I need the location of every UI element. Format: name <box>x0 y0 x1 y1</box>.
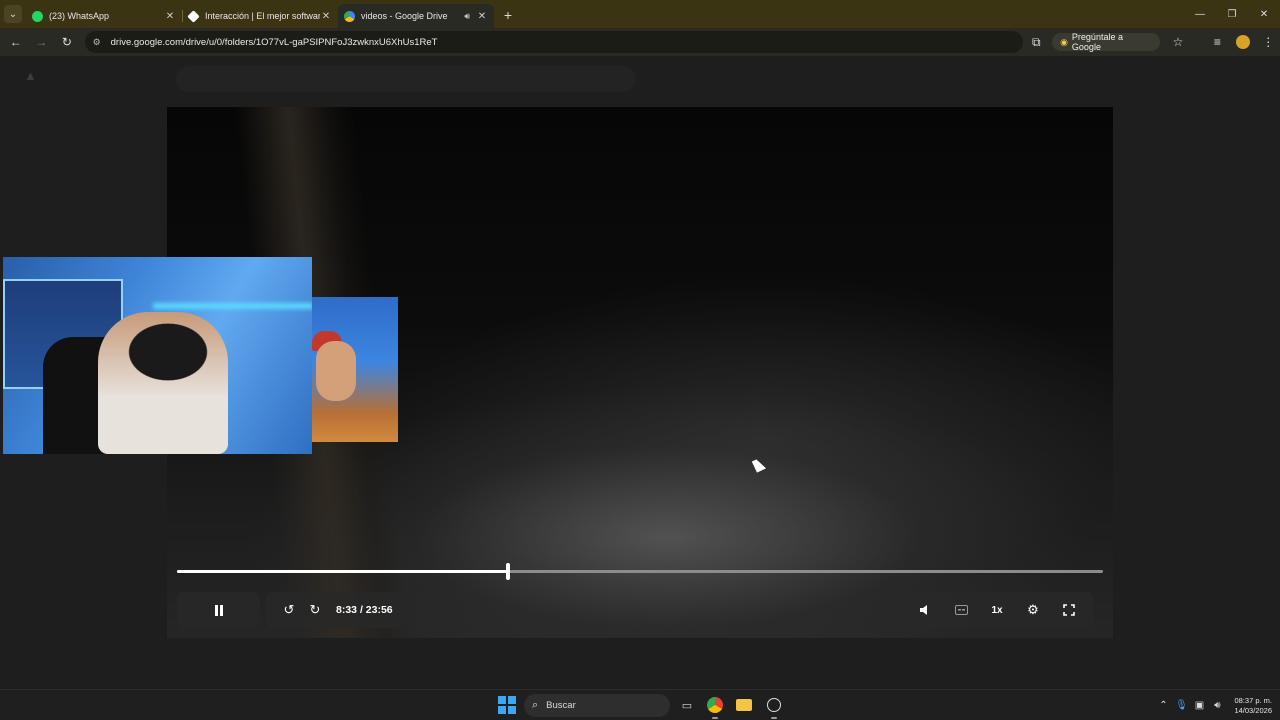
time-display: 8:33 / 23:56 <box>336 604 393 616</box>
current-time: 8:33 <box>336 604 358 616</box>
google-drive-icon <box>344 10 355 22</box>
captions-icon[interactable] <box>948 597 974 623</box>
file-explorer-icon[interactable] <box>734 695 754 715</box>
tab-label: (23) WhatsApp <box>49 11 110 21</box>
task-view-icon[interactable]: ▭ <box>677 695 697 715</box>
time-separator: / <box>359 604 363 616</box>
bookmark-star-icon[interactable]: ☆ <box>1166 30 1189 54</box>
obs-logo-icon <box>767 698 781 712</box>
restore-icon[interactable]: ❐ <box>1216 0 1248 28</box>
browser-toolbar: ← → ↻ ⚙︎ drive.google.com/drive/u/0/fold… <box>0 28 1280 56</box>
window-controls: — ❐ ✕ <box>1184 0 1280 28</box>
close-icon[interactable]: ✕ <box>476 11 488 22</box>
media-controls-icon[interactable]: ≡ <box>1206 30 1229 54</box>
forward-arrow-icon[interactable]: → <box>30 30 54 54</box>
screen: ⌄ (23) WhatsApp ✕ Interacción | El mejor… <box>0 0 1280 720</box>
toolbar-right: ⧉ ◉ Pregúntale a Google ☆ ≡ ⋮ <box>1023 30 1280 54</box>
clock-date: 14/03/2026 <box>1234 705 1272 715</box>
profile-avatar[interactable] <box>1231 30 1254 54</box>
windows-start-icon[interactable] <box>498 696 516 714</box>
play-controls <box>177 592 260 628</box>
clock[interactable]: 08:37 p. m. 14/03/2026 <box>1234 696 1272 716</box>
url-text: drive.google.com/drive/u/0/folders/1O77v… <box>110 36 438 48</box>
speed-label: 1x <box>991 604 1003 616</box>
tab-label: Interacción | El mejor software <box>205 11 320 21</box>
chevron-up-icon[interactable]: ⌃ <box>1154 700 1172 711</box>
ask-google-label: Pregúntale a Google <box>1071 32 1123 52</box>
drive-search-bar <box>176 66 636 92</box>
speaker-icon[interactable]: 🔊︎ <box>464 11 470 22</box>
install-app-icon[interactable]: ⧉ <box>1025 30 1048 54</box>
close-icon[interactable]: ✕ <box>164 11 176 22</box>
folder-icon <box>736 699 752 711</box>
windows-taskbar: ⌕ Buscar ▭ ⌃ 🎙︎ ▣ 🔊︎ 08:37 p. m. 14/03/2… <box>0 689 1280 720</box>
site-info-icon[interactable]: ⚙︎ <box>93 37 105 48</box>
seek-controls: ↺ ↻ 8:33 / 23:56 <box>266 592 404 628</box>
forward-10-icon[interactable]: ↻ <box>302 597 328 623</box>
duration: 23:56 <box>365 604 393 616</box>
pause-icon[interactable] <box>206 597 232 623</box>
new-tab-plus-icon[interactable]: + <box>498 5 518 25</box>
chrome-logo-icon <box>707 697 723 713</box>
diamond-icon <box>187 9 200 23</box>
microphone-icon[interactable]: 🎙︎ <box>1172 700 1190 711</box>
ask-google-button[interactable]: ◉ Pregúntale a Google <box>1052 32 1161 52</box>
more-menu-icon[interactable]: ⋮ <box>1257 30 1280 54</box>
clock-time: 08:37 p. m. <box>1234 695 1272 705</box>
fullscreen-icon[interactable] <box>1056 597 1082 623</box>
webcam-person <box>316 341 356 401</box>
reload-icon[interactable]: ↻ <box>55 30 79 54</box>
rewind-10-icon[interactable]: ↺ <box>276 597 302 623</box>
network-icon[interactable]: ▣ <box>1190 700 1208 711</box>
close-icon[interactable]: ✕ <box>320 11 332 22</box>
webcam-person <box>98 312 228 454</box>
tab-interaccion[interactable]: Interacción | El mejor software ✕ <box>182 4 338 28</box>
webcam-overlay-secondary <box>312 297 398 442</box>
avatar <box>1235 35 1250 49</box>
settings-gear-icon[interactable]: ⚙︎ <box>1020 597 1046 623</box>
volume-icon[interactable] <box>912 597 938 623</box>
webcam-overlay-main <box>3 257 312 454</box>
video-progress-bar[interactable] <box>177 563 1103 580</box>
right-controls: 1x ⚙︎ <box>901 592 1093 628</box>
obs-icon[interactable] <box>764 695 784 719</box>
tab-whatsapp[interactable]: (23) WhatsApp ✕ <box>26 4 182 28</box>
address-bar[interactable]: ⚙︎ drive.google.com/drive/u/0/folders/1O… <box>84 31 1023 53</box>
search-icon: ⌕ <box>532 699 539 711</box>
progress-fill <box>177 570 509 573</box>
minimize-icon[interactable]: — <box>1184 0 1216 28</box>
back-arrow-icon[interactable]: ← <box>4 30 28 54</box>
tab-label: videos - Google Drive <box>361 11 448 21</box>
whatsapp-icon <box>32 10 43 22</box>
progress-thumb[interactable] <box>506 563 511 580</box>
volume-icon[interactable]: 🔊︎ <box>1208 700 1226 711</box>
taskbar-search-box[interactable]: ⌕ Buscar <box>524 694 670 717</box>
taskbar-search-label: Buscar <box>546 700 576 711</box>
webcam-led-light <box>153 303 312 309</box>
chrome-icon[interactable] <box>705 695 725 719</box>
system-tray: ⌃ 🎙︎ ▣ 🔊︎ 08:37 p. m. 14/03/2026 <box>1154 690 1272 720</box>
tab-google-drive[interactable]: videos - Google Drive 🔊︎ ✕ <box>338 4 494 28</box>
google-lens-icon: ◉ <box>1060 36 1068 47</box>
playback-speed-button[interactable]: 1x <box>984 597 1010 623</box>
tab-search-chevron-icon[interactable]: ⌄ <box>4 5 22 23</box>
browser-tab-strip: ⌄ (23) WhatsApp ✕ Interacción | El mejor… <box>0 0 1280 28</box>
close-window-icon[interactable]: ✕ <box>1248 0 1280 28</box>
drive-logo-icon: ▲ <box>24 68 37 83</box>
